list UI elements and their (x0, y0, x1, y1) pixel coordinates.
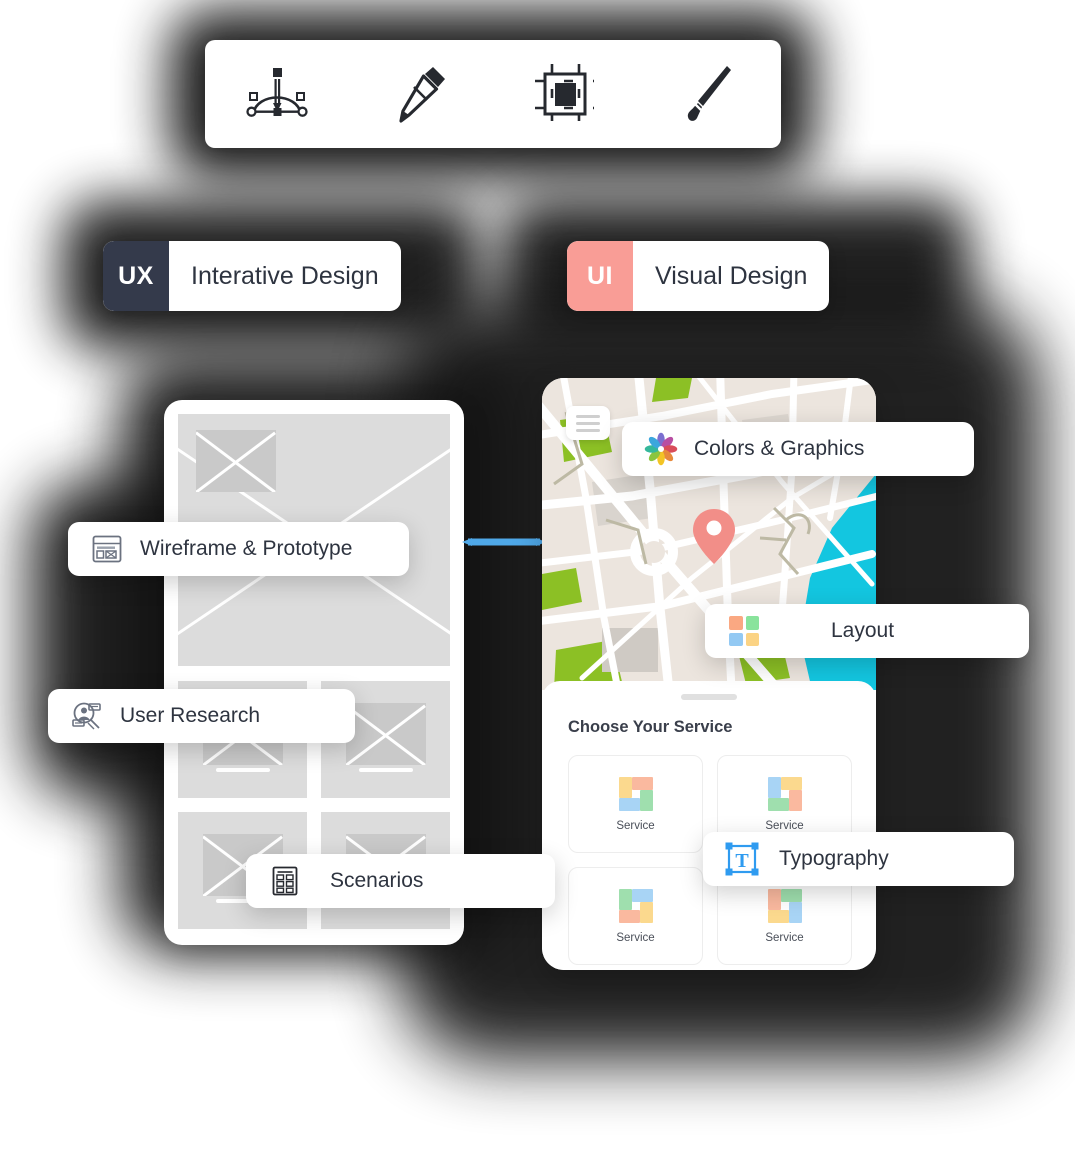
pill-label: Scenarios (330, 869, 424, 892)
pill-colors-graphics[interactable]: Colors & Graphics (622, 422, 974, 476)
wireframe-thumb (196, 430, 276, 492)
pill-user-research[interactable]: User Research (48, 689, 355, 743)
ui-chip-label: Visual Design (655, 261, 808, 290)
artboard-icon[interactable] (529, 58, 601, 130)
pill-label: Typography (779, 847, 889, 870)
service-sheet: Choose Your Service Service Service Serv… (542, 681, 876, 970)
pill-typography[interactable]: T Typography (703, 832, 1014, 886)
pill-label: User Research (120, 704, 261, 727)
pill-label: Colors & Graphics (694, 437, 865, 460)
service-card-label: Service (765, 931, 804, 944)
service-card-label: Service (616, 931, 655, 944)
hamburger-menu-icon[interactable] (566, 406, 610, 440)
paintbrush-icon[interactable] (673, 58, 745, 130)
layout-squares-icon (727, 614, 761, 648)
pill-scenarios[interactable]: Scenarios (246, 854, 555, 908)
ui-badge: UI (567, 241, 633, 311)
wireframe-icon (90, 532, 124, 566)
typography-t-icon: T (725, 842, 759, 876)
scenarios-grid-icon (268, 864, 302, 898)
ux-chip-label: Interative Design (191, 261, 379, 290)
ux-badge: UX (103, 241, 169, 311)
pill-label: Layout (831, 619, 895, 642)
service-card[interactable]: Service (568, 867, 703, 965)
service-card-label: Service (616, 819, 655, 832)
connector-arrow (462, 538, 546, 546)
svg-text:T: T (735, 850, 749, 872)
chip-ui[interactable]: UI Visual Design (567, 241, 830, 311)
sheet-title: Choose Your Service (568, 718, 733, 736)
chip-ux[interactable]: UX Interative Design (103, 241, 401, 311)
pill-wireframe-prototype[interactable]: Wireframe & Prototype (68, 522, 409, 576)
pencil-icon[interactable] (385, 58, 457, 130)
service-pinwheel-icon (767, 888, 802, 923)
user-research-icon (70, 699, 104, 733)
design-tools-toolbar (205, 40, 781, 148)
service-pinwheel-icon (618, 776, 653, 811)
service-pinwheel-icon (618, 888, 653, 923)
pill-layout[interactable]: Layout (705, 604, 1029, 658)
color-flower-icon (644, 432, 678, 466)
sheet-grabber[interactable] (681, 694, 737, 700)
illustration-stage: UX Interative Design UI Visual Design Ch… (0, 0, 1075, 1172)
service-pinwheel-icon (767, 776, 802, 811)
service-card[interactable]: Service (568, 755, 703, 853)
service-card-label: Service (765, 819, 804, 832)
pen-tool-icon[interactable] (241, 58, 313, 130)
pill-label: Wireframe & Prototype (140, 537, 353, 560)
